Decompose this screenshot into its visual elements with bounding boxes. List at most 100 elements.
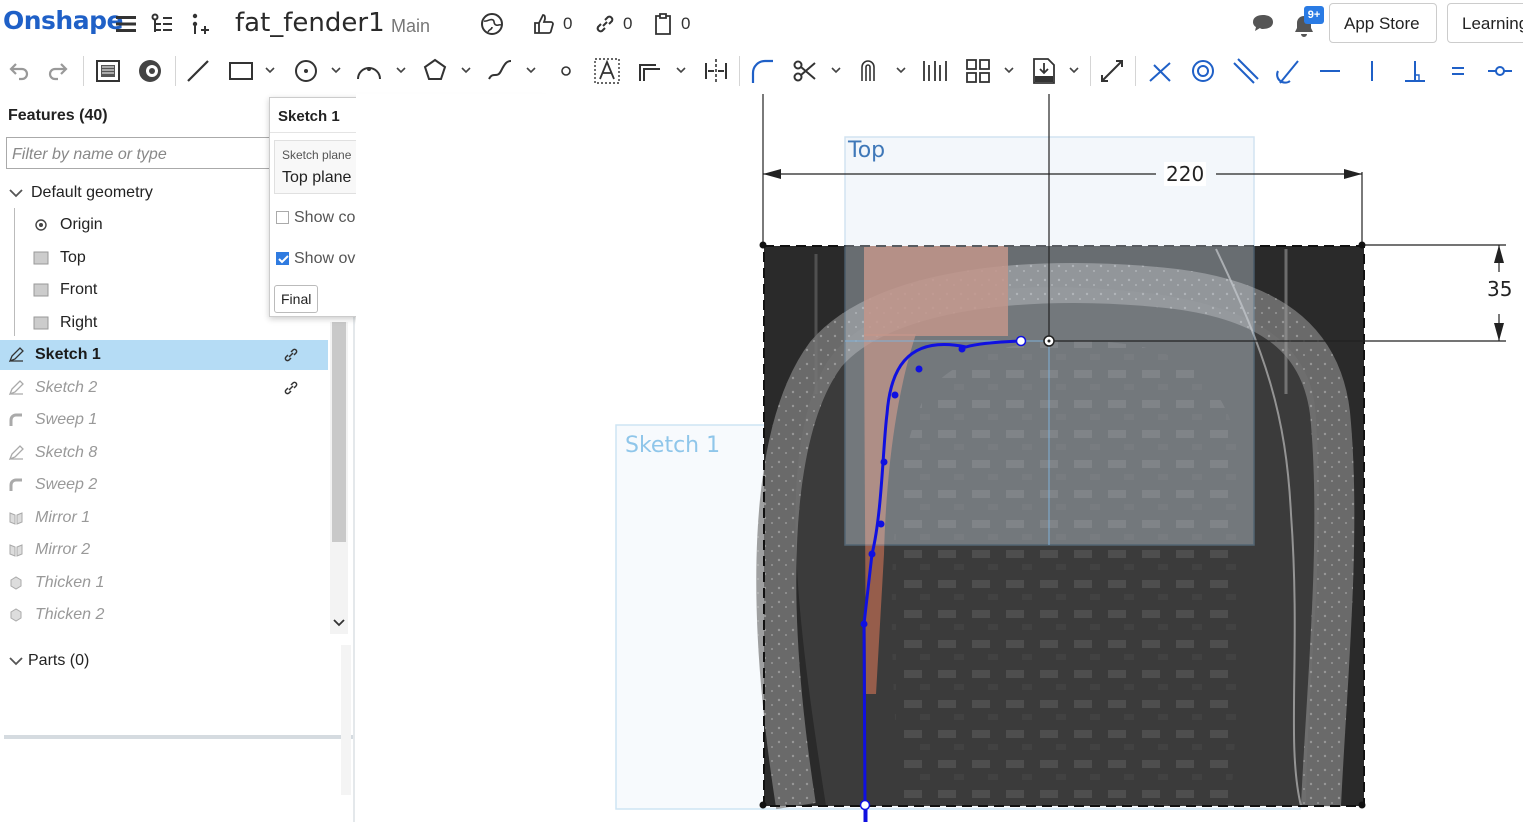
offset-icon[interactable] — [636, 57, 664, 85]
onshape-logo[interactable]: Onshape — [3, 6, 123, 35]
chevron-down-icon[interactable] — [676, 66, 686, 74]
link-icon[interactable] — [283, 380, 299, 396]
sketch-plane-icon[interactable] — [94, 57, 122, 85]
chevron-down-icon[interactable] — [396, 66, 406, 74]
learning-button[interactable]: Learning — [1447, 3, 1523, 43]
dimension-icon[interactable] — [1098, 57, 1126, 85]
chevron-down-icon[interactable] — [8, 653, 24, 669]
use-circle-icon[interactable] — [136, 57, 164, 85]
equal-icon[interactable] — [1444, 57, 1472, 85]
parts-label: Parts (0) — [28, 652, 90, 669]
viewport-canvas[interactable] — [356, 94, 1523, 822]
image-corner-point[interactable] — [1358, 801, 1366, 809]
spline-icon[interactable] — [486, 57, 514, 85]
chevron-down-icon[interactable] — [526, 66, 536, 74]
filter-input[interactable]: Filter by name or type — [6, 137, 276, 169]
thicken-icon — [10, 576, 22, 590]
chevron-down-icon[interactable] — [265, 66, 275, 74]
chevron-down-icon[interactable] — [461, 66, 471, 74]
show-overdefined-checkbox[interactable] — [276, 252, 289, 265]
circle-icon[interactable] — [292, 57, 320, 85]
version-graph-icon[interactable] — [150, 12, 174, 36]
chevron-down-icon[interactable] — [1069, 66, 1079, 74]
checkmark-icon — [278, 255, 289, 264]
feature-item-thicken-1[interactable]: Thicken 1 — [0, 568, 328, 598]
feature-item-sweep-2[interactable]: Sweep 2 — [0, 470, 328, 500]
tangent-icon[interactable] — [1274, 57, 1302, 85]
comment-icon[interactable] — [1251, 12, 1275, 36]
feature-item-thicken-2[interactable]: Thicken 2 — [0, 600, 328, 630]
feature-item-sketch-1[interactable]: Sketch 1 — [0, 340, 328, 370]
midpoint-icon[interactable] — [1486, 57, 1514, 85]
coincident-icon[interactable] — [1146, 57, 1174, 85]
feature-list-scrollbar[interactable] — [330, 322, 348, 634]
chevron-down-icon[interactable] — [8, 185, 24, 201]
feature-item-sweep-1[interactable]: Sweep 1 — [0, 405, 328, 435]
app-store-button[interactable]: App Store — [1329, 3, 1437, 43]
branch-add-icon[interactable] — [189, 12, 213, 36]
feature-item-sketch-8[interactable]: Sketch 8 — [0, 438, 328, 468]
rectangle-icon[interactable] — [227, 57, 255, 85]
text-icon[interactable] — [593, 57, 621, 85]
link-icon[interactable] — [283, 347, 299, 363]
parts-scrollbar[interactable] — [341, 645, 351, 795]
polygon-icon[interactable] — [421, 57, 449, 85]
graphics-viewport[interactable]: Top Sketch 1 220 35 — [356, 94, 1523, 822]
vertical-icon[interactable] — [1358, 57, 1386, 85]
circular-pattern-icon[interactable] — [964, 57, 992, 85]
menu-icon[interactable] — [114, 12, 138, 36]
use-edge-icon[interactable] — [856, 57, 884, 85]
point-icon[interactable] — [552, 57, 580, 85]
image-corner-point[interactable] — [1358, 241, 1366, 249]
feature-label: Thicken 1 — [35, 574, 105, 591]
globe-icon[interactable] — [480, 12, 504, 36]
linear-pattern-icon[interactable] — [921, 57, 949, 85]
top-bar: Onshape fat_fender1 Main 0 0 0 9+ App St… — [0, 0, 1523, 48]
clipboard-icon[interactable] — [651, 12, 675, 36]
concentric-icon[interactable] — [1189, 57, 1217, 85]
line-icon[interactable] — [184, 57, 212, 85]
horizontal-icon[interactable] — [1316, 57, 1344, 85]
show-constraints-checkbox[interactable] — [276, 211, 289, 224]
feature-label: Sketch 1 — [35, 346, 101, 363]
link-icon[interactable] — [593, 12, 617, 36]
trim-icon[interactable] — [791, 57, 819, 85]
chevron-down-icon[interactable] — [333, 618, 345, 628]
plane-icon — [33, 316, 49, 330]
chevron-down-icon[interactable] — [831, 66, 841, 74]
dimension-220-label[interactable]: 220 — [1164, 162, 1207, 186]
redo-icon[interactable] — [45, 57, 73, 85]
sweep-icon — [9, 413, 22, 426]
chevron-down-icon[interactable] — [1004, 66, 1014, 74]
chevron-down-icon[interactable] — [331, 66, 341, 74]
perpendicular-icon[interactable] — [1401, 57, 1429, 85]
mirror-icon — [9, 512, 23, 525]
like-icon[interactable] — [532, 12, 556, 36]
image-corner-point[interactable] — [759, 801, 767, 809]
arc-icon[interactable] — [355, 57, 383, 85]
feature-item-mirror-1[interactable]: Mirror 1 — [0, 503, 328, 533]
workspace-name[interactable]: Main — [391, 16, 430, 37]
feature-item-mirror-2[interactable]: Mirror 2 — [0, 535, 328, 565]
feature-item-sketch-2[interactable]: Sketch 2 — [0, 373, 328, 403]
image-corner-point[interactable] — [759, 241, 767, 249]
plane-icon — [33, 283, 49, 297]
dxf-import-icon[interactable] — [1030, 57, 1058, 85]
document-title[interactable]: fat_fender1 — [235, 8, 385, 38]
parts-group[interactable]: Parts (0) — [0, 646, 328, 676]
panel-divider[interactable] — [4, 735, 354, 739]
scrollbar-thumb[interactable] — [332, 322, 346, 542]
sketch-pencil-icon — [8, 347, 24, 363]
dimension-35-label[interactable]: 35 — [1486, 277, 1514, 301]
sketch-plane-label: Sketch plane — [282, 148, 352, 162]
feature-label: Mirror 1 — [35, 509, 91, 526]
mirror-icon — [9, 544, 23, 557]
chevron-down-icon[interactable] — [896, 66, 906, 74]
parallel-icon[interactable] — [1231, 57, 1259, 85]
feature-label: Origin — [60, 216, 103, 233]
undo-icon[interactable] — [4, 57, 32, 85]
mirror-icon[interactable] — [702, 57, 730, 85]
fillet-icon[interactable] — [747, 57, 775, 85]
feature-label: Thicken 2 — [35, 606, 105, 623]
final-button[interactable]: Final — [274, 285, 319, 313]
